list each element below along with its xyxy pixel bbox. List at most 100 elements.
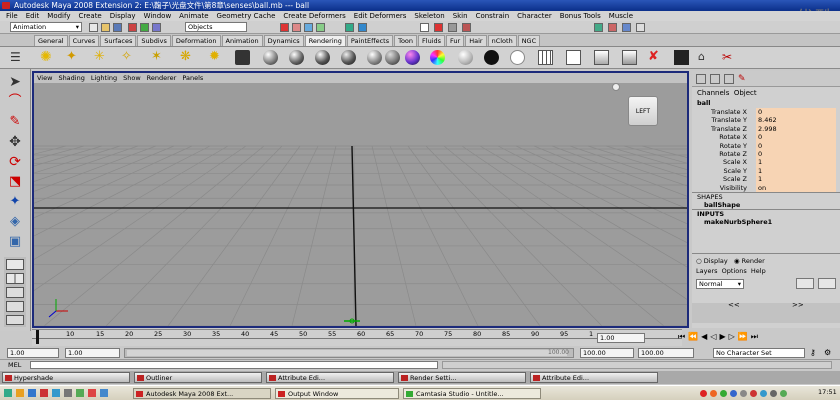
quick-launch-icon[interactable] <box>40 389 48 397</box>
scale-tool-icon[interactable]: ⬔ <box>4 173 26 191</box>
current-time-indicator[interactable] <box>36 330 39 344</box>
tray-icon[interactable] <box>760 390 767 397</box>
viewport-menu-show[interactable]: Show <box>120 73 144 83</box>
render-settings-icon[interactable] <box>462 23 471 32</box>
tray-icon[interactable] <box>780 390 787 397</box>
shading-map-icon[interactable] <box>510 50 525 65</box>
home-icon[interactable] <box>612 83 620 91</box>
channel-row[interactable]: Translate Z 2.998 <box>692 124 840 134</box>
shelf-menu-icon[interactable]: ☰ <box>10 50 25 65</box>
tray-icon[interactable] <box>770 390 777 397</box>
start-time-field[interactable]: 1.00 <box>7 348 59 358</box>
playback-start-field[interactable]: 1.00 <box>65 348 120 358</box>
volume-light-icon[interactable]: ❋ <box>180 50 195 65</box>
menu-skeleton[interactable]: Skeleton <box>410 11 448 21</box>
selection-mask-dropdown[interactable]: Objects <box>185 22 247 32</box>
taskbar-item-output[interactable]: Output Window <box>275 388 399 399</box>
quick-launch-icon[interactable] <box>52 389 60 397</box>
menu-file[interactable]: File <box>2 11 22 21</box>
channel-pin-icon[interactable]: ✎ <box>738 74 748 84</box>
channel-tab-object[interactable]: Object <box>734 89 757 97</box>
shelf-tab-deformation[interactable]: Deformation <box>171 35 221 46</box>
shelf-tab-animation[interactable]: Animation <box>221 35 263 46</box>
surface-shader-icon[interactable] <box>458 50 473 65</box>
construction-history-icon[interactable] <box>358 23 367 32</box>
channel-row[interactable]: Scale Z 1 <box>692 175 840 184</box>
mel-command-input[interactable] <box>30 361 438 369</box>
render-view-icon[interactable] <box>420 23 429 32</box>
snap-point-icon[interactable] <box>304 23 313 32</box>
channel-box-layout-icon[interactable] <box>696 74 706 84</box>
ipr-render-icon[interactable] <box>448 23 457 32</box>
menu-skin[interactable]: Skin <box>449 11 472 21</box>
menu-display[interactable]: Display <box>106 11 140 21</box>
shelf-tab-ncloth[interactable]: nCloth <box>487 35 517 46</box>
channel-tab-channels[interactable]: Channels <box>697 89 729 97</box>
view-cube[interactable]: LEFT <box>628 96 658 126</box>
menu-modify[interactable]: Modify <box>43 11 74 21</box>
quick-launch-icon[interactable] <box>76 389 84 397</box>
display-radio-icon[interactable]: ○ <box>696 257 702 265</box>
shelf-tab-dynamics[interactable]: Dynamics <box>263 35 304 46</box>
blend-mode-dropdown[interactable]: Normal ▾ <box>696 279 744 289</box>
shelf-tab-general[interactable]: General <box>34 35 68 46</box>
tray-icon[interactable] <box>700 390 707 397</box>
minimized-window[interactable]: Render Setti... <box>398 372 526 383</box>
channel-value[interactable]: 0 <box>756 141 836 150</box>
camera-light-icon[interactable]: ✹ <box>209 50 224 65</box>
taskbar-item-maya[interactable]: Autodesk Maya 2008 Ext... <box>133 388 271 399</box>
batch-render-icon[interactable] <box>594 50 609 65</box>
area-light-icon[interactable]: ✶ <box>151 50 166 65</box>
menu-animate[interactable]: Animate <box>175 11 212 21</box>
channel-row[interactable]: Rotate Y 0 <box>692 141 840 150</box>
quick-launch-icon[interactable] <box>64 389 72 397</box>
channel-row[interactable]: Translate Y 8.462 <box>692 116 840 125</box>
shelf-tab-toon[interactable]: Toon <box>394 35 418 46</box>
tool-settings-icon[interactable] <box>622 23 631 32</box>
hypershade-layout-icon[interactable] <box>6 315 24 325</box>
channel-row[interactable]: Scale Y 1 <box>692 166 840 176</box>
ambient-light-icon[interactable]: ✺ <box>40 50 55 65</box>
step-back-key-icon[interactable]: ◀ <box>701 332 710 341</box>
menu-create-deformers[interactable]: Create Deformers <box>279 11 349 21</box>
step-forward-key-icon[interactable]: ▷ <box>729 332 738 341</box>
shelf-tab-fluids[interactable]: Fluids <box>418 35 446 46</box>
end-time-field[interactable]: 100.00 <box>638 348 694 358</box>
quick-launch-icon[interactable] <box>16 389 24 397</box>
camera-icon[interactable] <box>235 50 250 65</box>
viewport-menu-lighting[interactable]: Lighting <box>88 73 120 83</box>
shelf-tab-ngc[interactable]: NGC <box>517 35 541 46</box>
go-to-end-icon[interactable]: ⏭ <box>751 332 761 341</box>
range-slider[interactable]: 100.00 <box>124 348 574 358</box>
go-to-start-icon[interactable]: ⏮ <box>678 332 688 341</box>
channel-row[interactable]: Visibility on <box>692 183 840 192</box>
animation-preferences-icon[interactable]: ⚙ <box>824 348 836 358</box>
show-manipulator-icon[interactable]: ▣ <box>4 233 26 251</box>
render-settings-shelf-icon[interactable] <box>674 50 689 65</box>
step-back-icon[interactable]: ⏪ <box>688 332 701 341</box>
point-light-icon[interactable]: ✳ <box>94 50 109 65</box>
perspective-viewport[interactable]: View Shading Lighting Show Renderer Panels LE… <box>32 71 689 328</box>
new-scene-icon[interactable] <box>89 23 98 32</box>
persp-outliner-layout-icon[interactable] <box>6 287 24 298</box>
select-by-component-icon[interactable] <box>152 23 161 32</box>
lock-icon[interactable]: ⌂ <box>698 50 713 65</box>
key-icon[interactable]: ⚷ <box>810 348 820 358</box>
time-slider[interactable]: 10 15 20 25 30 35 40 45 50 55 60 65 70 7… <box>32 329 682 346</box>
snap-grid-icon[interactable] <box>280 23 289 32</box>
phong-e-material-icon[interactable] <box>341 50 356 65</box>
channel-value[interactable]: 2.998 <box>756 124 836 134</box>
channel-value[interactable]: 1 <box>756 166 836 176</box>
lasso-tool-icon[interactable]: ⌒ <box>4 93 26 111</box>
menu-create[interactable]: Create <box>74 11 105 21</box>
layered-material-icon[interactable] <box>385 50 400 65</box>
current-frame-field[interactable]: 1.00 <box>597 333 645 343</box>
lambert-material-icon[interactable] <box>263 50 278 65</box>
quick-launch-icon[interactable] <box>100 389 108 397</box>
render-view-shelf-icon[interactable] <box>566 50 581 65</box>
step-forward-icon[interactable]: ⏩ <box>738 332 751 341</box>
channel-value[interactable]: 1 <box>756 158 836 167</box>
menu-geometry-cache[interactable]: Geometry Cache <box>213 11 280 21</box>
save-scene-icon[interactable] <box>113 23 122 32</box>
menu-window[interactable]: Window <box>140 11 176 21</box>
